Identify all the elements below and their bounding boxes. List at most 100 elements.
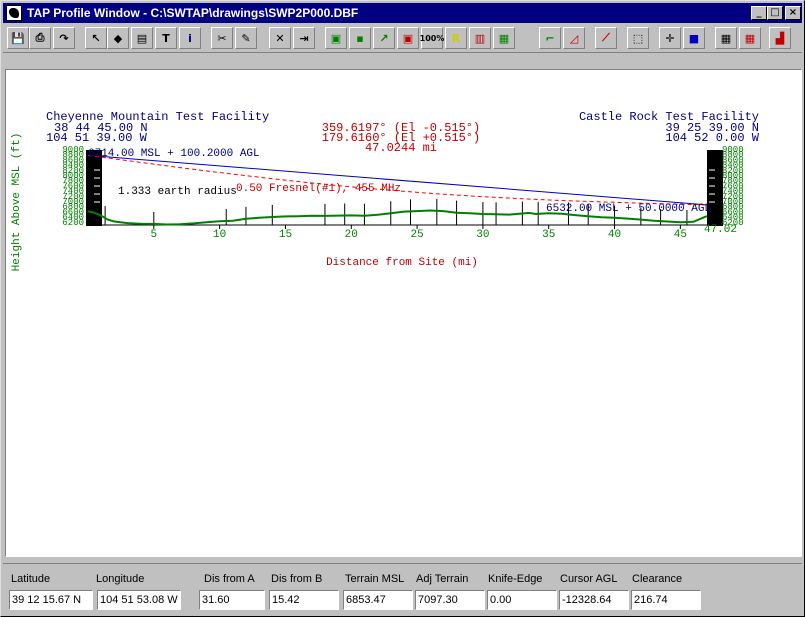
cursor-box-button[interactable]: ⬚: [627, 27, 649, 49]
site-b-lon: 104 52 0.00 W: [665, 131, 759, 145]
red-box-icon: ▥: [474, 31, 486, 45]
clearance-label: Clearance: [632, 573, 683, 585]
knife-icon: ✂: [217, 31, 227, 45]
delete-icon: ✕: [275, 31, 285, 45]
x-tick-label: 20: [345, 229, 358, 241]
green-box-icon: ▦: [498, 31, 510, 45]
bar-chart-icon: ▟: [775, 31, 785, 45]
profile-plot-area[interactable]: Cheyenne Mountain Test Facility 38 44 45…: [5, 69, 802, 557]
knife-edge-label: Knife-Edge: [488, 573, 543, 585]
move-button[interactable]: ⇥: [293, 27, 315, 49]
slope-chart-icon: ◿: [569, 31, 579, 45]
toolbar: 💾 ⎙ ↷ ↖ ◆ ▤ Ti ✂ ✎ ✕ ⇥ ▣ ▪ ↗ ▣ 100% R ▥ ▦ ⌐ ◿ ⟋ ⬚ ✛ ■ ▦ ▦ ▟: [3, 25, 802, 53]
slash-chart-icon: ⟋: [602, 31, 610, 44]
text-button[interactable]: T: [155, 27, 177, 49]
site-icon: ◆: [113, 31, 123, 45]
adj-terrain-field[interactable]: 7097.30: [415, 590, 485, 610]
x-axis-label: Distance from Site (mi): [326, 257, 478, 269]
r-button[interactable]: R: [445, 27, 467, 49]
crosshair-button[interactable]: ✛: [659, 27, 681, 49]
x-tick-label: 40: [608, 229, 621, 241]
profile-chart[interactable]: Cheyenne Mountain Test Facility 38 44 45…: [6, 70, 801, 556]
slope-chart-button[interactable]: ◿: [563, 27, 585, 49]
red-frame-icon: ▣: [402, 31, 414, 45]
close-button[interactable]: ×: [785, 6, 801, 20]
dis-from-b-field[interactable]: 15.42: [269, 590, 339, 610]
earth-radius-label: 1.333 earth radius: [118, 186, 237, 198]
pointer-icon: ↖: [91, 31, 101, 45]
green-box-button[interactable]: ▦: [493, 27, 515, 49]
dis-from-b-label: Dis from B: [271, 573, 323, 585]
clipboard-button[interactable]: ▤: [131, 27, 153, 49]
latitude-field[interactable]: 39 12 15.67 N: [9, 590, 93, 610]
status-bar: Latitude 39 12 15.67 N Longitude 104 51 53.…: [3, 563, 802, 615]
red-frame-button[interactable]: ▣: [397, 27, 419, 49]
right-end-distance: 47.02: [704, 224, 737, 236]
terrain-msl-label: Terrain MSL: [345, 573, 405, 585]
path-distance: 47.0244 mi: [365, 141, 437, 155]
delete-button[interactable]: ✕: [269, 27, 291, 49]
knife-edge-field[interactable]: 0.00: [487, 590, 557, 610]
cursor-agl-field[interactable]: -12328.64: [559, 590, 629, 610]
wrench-icon: ✎: [241, 31, 251, 45]
longitude-field[interactable]: 104 51 53.08 W: [97, 590, 181, 610]
zoom-100-icon: 100%: [419, 33, 445, 43]
print-icon: ⎙: [35, 31, 45, 44]
terrain-msl-field[interactable]: 6853.47: [343, 590, 413, 610]
knife-button[interactable]: ✂: [211, 27, 233, 49]
colors-icon: ■: [688, 31, 700, 45]
colors-button[interactable]: ■: [683, 27, 705, 49]
latitude-label: Latitude: [11, 573, 51, 585]
green-square-button[interactable]: ▪: [349, 27, 371, 49]
pointer-button[interactable]: ↖: [85, 27, 107, 49]
green-frame-button[interactable]: ▣: [325, 27, 347, 49]
site-button[interactable]: ◆: [107, 27, 129, 49]
site-a-lon: 104 51 39.00 W: [46, 131, 148, 145]
antenna-a-label: 6714.00 MSL + 100.2000 AGL: [88, 148, 260, 160]
dis-from-a-label: Dis from A: [204, 573, 255, 585]
y-tick-label: 6200: [62, 218, 84, 228]
red-box-button[interactable]: ▥: [469, 27, 491, 49]
r-icon: R: [451, 31, 461, 45]
adj-terrain-label: Adj Terrain: [416, 573, 469, 585]
wrench-button[interactable]: ✎: [235, 27, 257, 49]
x-tick-label: 15: [279, 229, 292, 241]
antenna-button[interactable]: ↗: [373, 27, 395, 49]
title-bar[interactable]: TAP Profile Window - C:\SWTAP\drawings\S…: [3, 3, 802, 23]
window-title: TAP Profile Window - C:\SWTAP\drawings\S…: [27, 6, 359, 20]
clipboard-icon: ▤: [136, 31, 148, 45]
maximize-button[interactable]: □: [767, 6, 783, 20]
x-tick-label: 25: [410, 229, 423, 241]
redo-arrow-button[interactable]: ↷: [53, 27, 75, 49]
x-tick-label: 35: [542, 229, 555, 241]
x-axis-ticks: 5 10 15 20 25 30 35 40 45: [151, 225, 687, 241]
save-button[interactable]: 💾: [7, 27, 29, 49]
zoom-100-button[interactable]: 100%: [419, 27, 445, 49]
save-icon: 💾: [11, 31, 25, 45]
x-tick-label: 10: [213, 229, 226, 241]
bar-chart-button[interactable]: ▟: [769, 27, 791, 49]
crosshair-icon: ✛: [665, 31, 675, 45]
clearance-field[interactable]: 216.74: [631, 590, 701, 610]
info-button[interactable]: i: [179, 27, 201, 49]
dis-from-a-field[interactable]: 31.60: [199, 590, 265, 610]
antenna-b-label: 6532.00 MSL + 50.0000 AGL: [546, 203, 711, 215]
app-icon[interactable]: [6, 5, 22, 21]
green-square-icon: ▪: [356, 31, 364, 45]
info-icon: i: [188, 31, 192, 45]
longitude-label: Longitude: [96, 573, 145, 585]
color-grid-icon: ▦: [744, 31, 756, 45]
cursor-box-icon: ⬚: [632, 31, 644, 45]
slash-chart-button[interactable]: ⟋: [595, 27, 617, 49]
antenna-icon: ↗: [379, 31, 389, 45]
step-chart-button[interactable]: ⌐: [539, 27, 561, 49]
fresnel-label: 0.50 Fresnel(#1), 455 MHz: [236, 183, 401, 195]
green-frame-icon: ▣: [330, 31, 342, 45]
grid-button[interactable]: ▦: [715, 27, 737, 49]
x-tick-label: 5: [151, 229, 158, 241]
y-axis-label: Height Above MSL (ft): [11, 133, 23, 272]
print-button[interactable]: ⎙: [29, 27, 51, 49]
minimize-button[interactable]: _: [751, 6, 767, 20]
color-grid-button[interactable]: ▦: [739, 27, 761, 49]
y-ticks-left: 9000880086008400820080007800760074007200…: [62, 145, 84, 228]
